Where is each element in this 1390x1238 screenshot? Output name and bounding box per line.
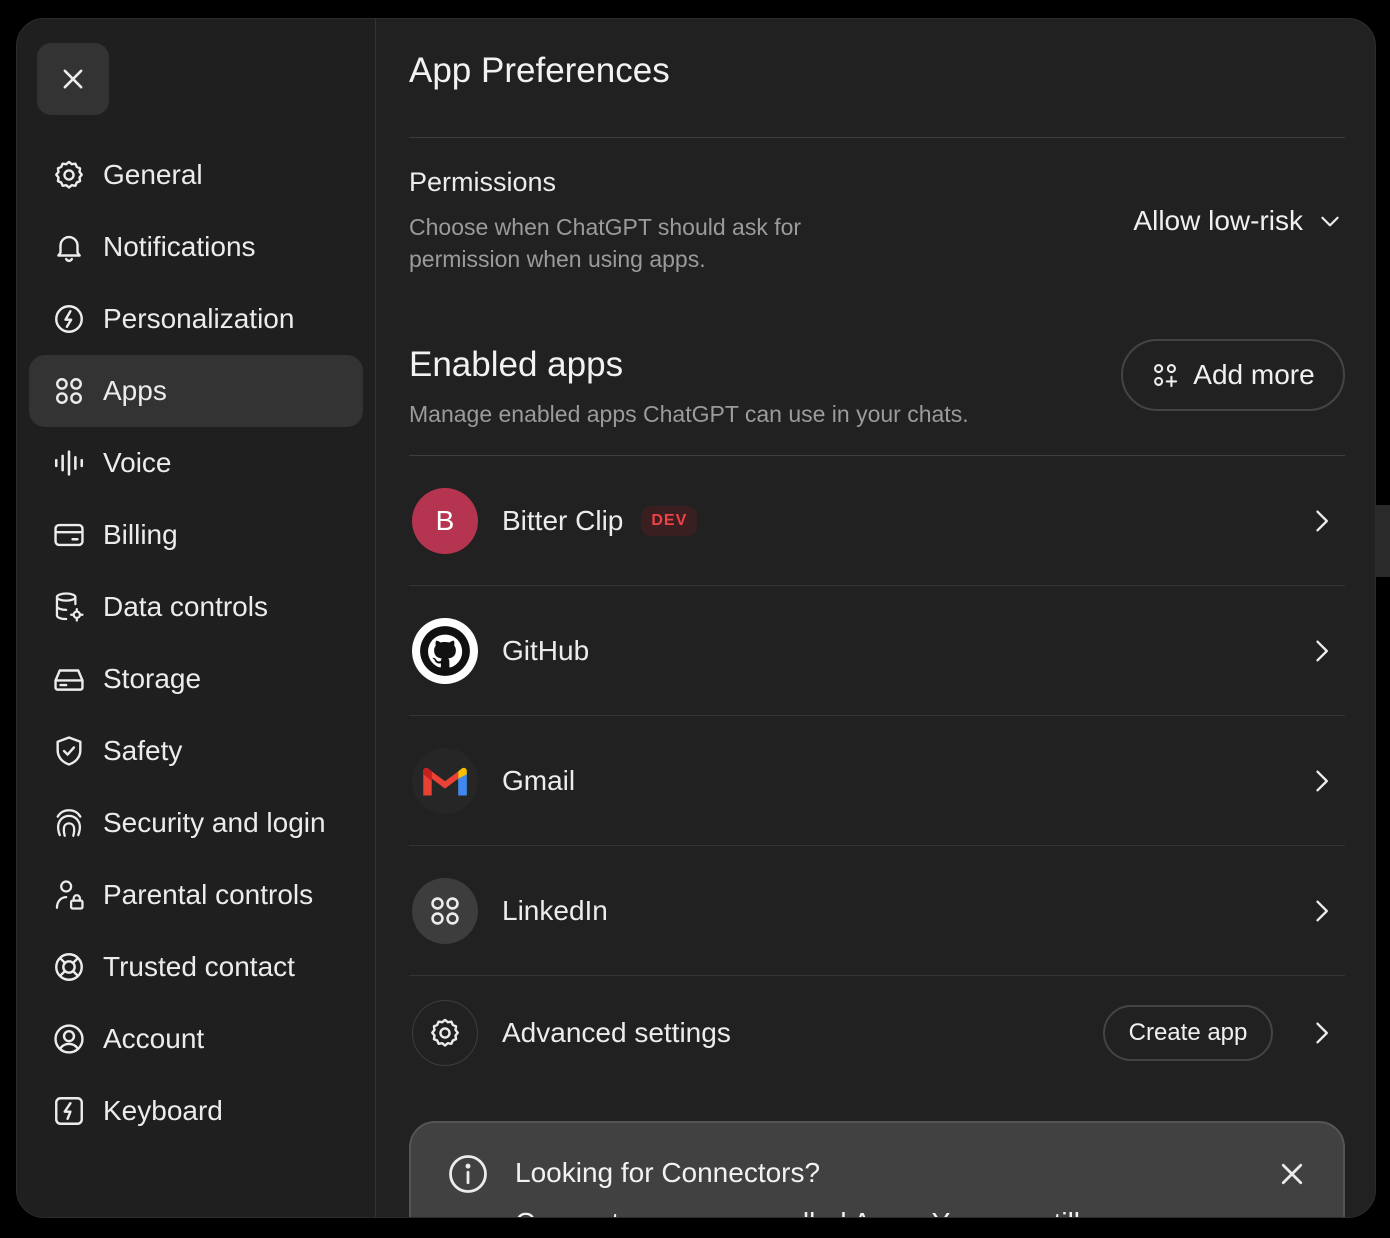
sidebar-item-security[interactable]: Security and login <box>29 787 363 859</box>
sidebar-item-label: Voice <box>103 447 172 478</box>
settings-dialog: General Notifications Personalization Ap… <box>16 18 1376 1218</box>
sidebar-item-label: Parental controls <box>103 879 314 910</box>
apps-add-icon <box>1154 364 1178 388</box>
settings-content: App Preferences Permissions Choose when … <box>409 19 1345 1217</box>
sidebar-item-label: Security and login <box>103 807 326 838</box>
sidebar-item-label: Data controls <box>103 591 268 622</box>
advanced-settings-row[interactable]: Advanced settings Create app <box>409 968 1345 1098</box>
permissions-title: Permissions <box>409 167 557 197</box>
enabled-apps-description: Manage enabled apps ChatGPT can use in y… <box>409 401 969 427</box>
keyboard-bolt-icon <box>51 1093 87 1129</box>
sidebar-item-label: General <box>103 159 203 190</box>
bitter-clip-logo: B <box>412 488 478 554</box>
advanced-settings-label: Advanced settings <box>502 1017 731 1048</box>
app-row-github[interactable]: GitHub <box>409 586 1345 716</box>
apps-grid-icon <box>51 373 87 409</box>
permissions-description: Choose when ChatGPT should ask for permi… <box>409 214 802 272</box>
app-name: Gmail <box>502 765 576 796</box>
database-gear-icon <box>51 589 87 625</box>
settings-nav: General Notifications Personalization Ap… <box>29 139 363 1147</box>
chevron-right-icon <box>1316 900 1328 922</box>
sidebar-item-label: Keyboard <box>103 1095 223 1126</box>
info-icon <box>449 1155 487 1193</box>
app-row-linkedin[interactable]: LinkedIn <box>409 846 1345 976</box>
add-more-button[interactable]: Add more <box>1121 339 1345 411</box>
apps-grid-icon <box>412 878 478 944</box>
close-icon[interactable] <box>1277 1159 1307 1189</box>
banner-body: Connectors are now called Apps. You can … <box>515 1207 1189 1217</box>
connectors-banner: Looking for Connectors? Connectors are n… <box>409 1121 1345 1217</box>
gmail-icon <box>412 748 478 814</box>
sidebar-item-personalization[interactable]: Personalization <box>29 283 363 355</box>
sidebar-item-label: Notifications <box>103 231 256 262</box>
app-name: Bitter Clip <box>502 505 624 536</box>
shield-check-icon <box>51 733 87 769</box>
chevron-right-icon <box>1316 640 1328 662</box>
sidebar-item-trusted-contact[interactable]: Trusted contact <box>29 931 363 1003</box>
gear-icon <box>51 157 87 193</box>
bell-icon <box>51 229 87 265</box>
storage-drive-icon <box>51 661 87 697</box>
dev-badge: DEV <box>641 506 698 536</box>
settings-sidebar: General Notifications Personalization Ap… <box>17 19 376 1217</box>
chevron-right-icon <box>1316 510 1328 532</box>
sidebar-item-voice[interactable]: Voice <box>29 427 363 499</box>
person-lock-icon <box>51 877 87 913</box>
voice-waveform-icon <box>51 445 87 481</box>
sidebar-item-keyboard[interactable]: Keyboard <box>29 1075 363 1147</box>
sidebar-item-billing[interactable]: Billing <box>29 499 363 571</box>
chevron-down-icon <box>1321 216 1339 227</box>
app-row-bitter-clip[interactable]: B Bitter Clip DEV <box>409 456 1345 586</box>
banner-title: Looking for Connectors? <box>515 1157 821 1188</box>
create-app-button[interactable]: Create app <box>1103 1005 1273 1061</box>
sidebar-item-label: Account <box>103 1023 205 1054</box>
app-name: LinkedIn <box>502 895 608 926</box>
card-icon <box>51 517 87 553</box>
create-app-label: Create app <box>1128 1019 1248 1046</box>
permissions-dropdown[interactable]: Allow low-risk <box>1133 205 1343 237</box>
close-button[interactable] <box>37 43 109 115</box>
page-title: App Preferences <box>409 51 670 90</box>
sidebar-item-notifications[interactable]: Notifications <box>29 211 363 283</box>
sidebar-item-apps[interactable]: Apps <box>29 355 363 427</box>
sidebar-item-general[interactable]: General <box>29 139 363 211</box>
sidebar-item-label: Trusted contact <box>103 951 295 982</box>
personalization-icon <box>51 301 87 337</box>
divider <box>409 137 1345 138</box>
sidebar-item-data-controls[interactable]: Data controls <box>29 571 363 643</box>
enabled-apps-title: Enabled apps <box>409 345 624 384</box>
permissions-selected-value: Allow low-risk <box>1133 205 1303 236</box>
sidebar-item-label: Storage <box>103 663 202 694</box>
close-icon <box>63 69 83 89</box>
sidebar-item-account[interactable]: Account <box>29 1003 363 1075</box>
security-fingerprint-icon <box>51 805 87 841</box>
sidebar-item-label: Safety <box>103 735 183 766</box>
app-name: GitHub <box>502 635 590 666</box>
lifebuoy-icon <box>51 949 87 985</box>
sidebar-item-storage[interactable]: Storage <box>29 643 363 715</box>
app-row-gmail[interactable]: Gmail <box>409 716 1345 846</box>
chevron-right-icon <box>1316 770 1328 792</box>
chevron-right-icon <box>1316 1022 1328 1044</box>
sidebar-item-label: Apps <box>103 375 167 406</box>
github-icon <box>412 618 478 684</box>
sidebar-item-label: Billing <box>103 519 178 550</box>
gear-icon <box>412 1000 478 1066</box>
sidebar-item-parental-controls[interactable]: Parental controls <box>29 859 363 931</box>
user-circle-icon <box>51 1021 87 1057</box>
sidebar-item-safety[interactable]: Safety <box>29 715 363 787</box>
app-initial: B <box>435 505 455 536</box>
add-more-label: Add more <box>1193 359 1315 390</box>
sidebar-item-label: Personalization <box>103 303 295 334</box>
